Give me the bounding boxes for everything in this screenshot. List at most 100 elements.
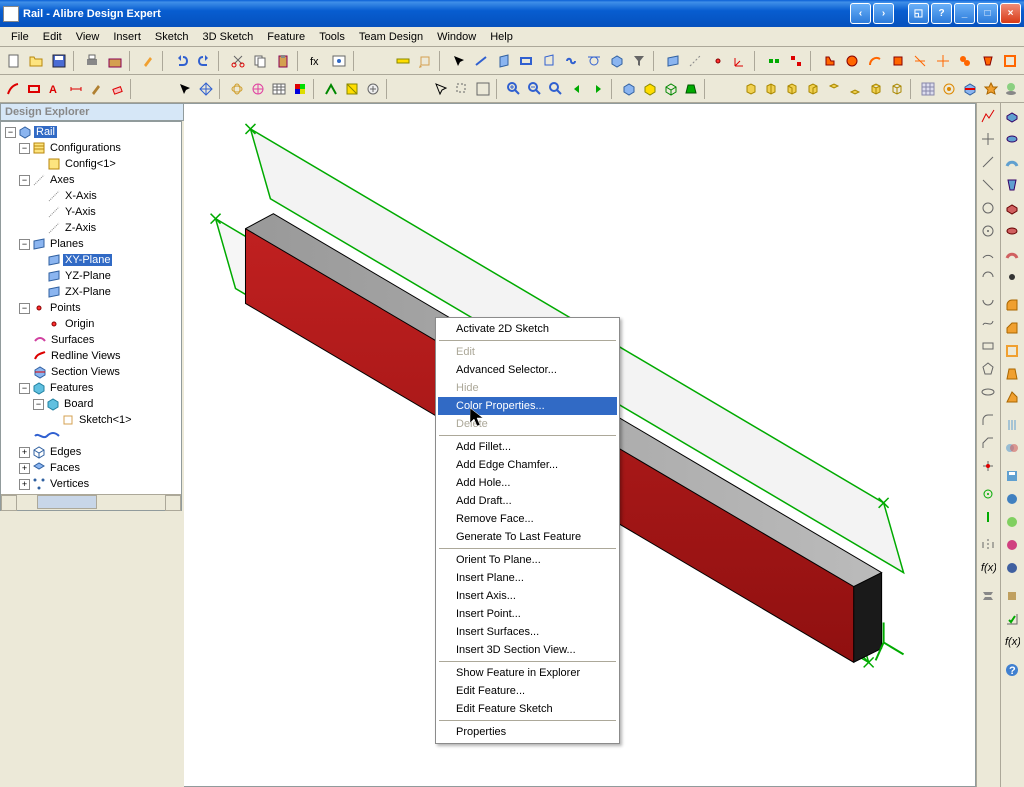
feat-h[interactable] bbox=[977, 50, 999, 72]
select-loop[interactable] bbox=[516, 50, 538, 72]
tree-sketch1[interactable]: Sketch<1> bbox=[77, 414, 134, 426]
save-button[interactable] bbox=[48, 50, 70, 72]
cube-iso[interactable] bbox=[866, 78, 886, 100]
ctx-show-feature[interactable]: Show Feature in Explorer bbox=[438, 664, 617, 682]
sketch-erase[interactable] bbox=[107, 78, 127, 100]
expand-icon[interactable]: − bbox=[19, 175, 30, 186]
tree-yaxis[interactable]: Y-Axis bbox=[63, 206, 98, 218]
fx2-btn[interactable]: f(x) bbox=[1001, 631, 1023, 653]
feature-tree[interactable]: −Rail −Configurations Config<1> −Axes X-… bbox=[1, 122, 181, 494]
feat-g[interactable] bbox=[955, 50, 977, 72]
rt-ellipse[interactable] bbox=[977, 381, 999, 403]
scroll-thumb[interactable] bbox=[37, 495, 97, 509]
tree-points[interactable]: Points bbox=[48, 302, 83, 314]
tree-origin[interactable]: Origin bbox=[63, 318, 96, 330]
render-btn[interactable] bbox=[1001, 488, 1023, 510]
rt-arc2[interactable] bbox=[977, 266, 999, 288]
tree-xyplane[interactable]: XY-Plane bbox=[63, 254, 112, 266]
tree-planes[interactable]: Planes bbox=[48, 238, 86, 250]
zoom-reg[interactable] bbox=[546, 78, 566, 100]
ctx-orient-plane[interactable]: Orient To Plane... bbox=[438, 551, 617, 569]
zoom-out[interactable] bbox=[525, 78, 545, 100]
tree-configurations[interactable]: Configurations bbox=[48, 142, 123, 154]
select-1[interactable] bbox=[448, 50, 470, 72]
ctx-activate-2d-sketch[interactable]: Activate 2D Sketch bbox=[438, 320, 617, 338]
menu-file[interactable]: File bbox=[4, 29, 36, 45]
feat-a[interactable] bbox=[819, 50, 841, 72]
paint-button[interactable] bbox=[138, 50, 160, 72]
menu-tools[interactable]: Tools bbox=[312, 29, 352, 45]
expand-icon[interactable]: + bbox=[19, 463, 30, 474]
thread-btn[interactable] bbox=[1001, 414, 1023, 436]
rt-chamfer[interactable] bbox=[977, 432, 999, 454]
sketch-pen[interactable] bbox=[86, 78, 106, 100]
loft-btn[interactable] bbox=[1001, 174, 1023, 196]
cube-right[interactable] bbox=[803, 78, 823, 100]
rt-edit[interactable] bbox=[977, 585, 999, 607]
tree-features[interactable]: Features bbox=[48, 382, 95, 394]
tree-section[interactable]: Section Views bbox=[49, 366, 122, 378]
expand-icon[interactable]: − bbox=[19, 303, 30, 314]
rt-arc3[interactable] bbox=[977, 289, 999, 311]
expand-icon[interactable]: − bbox=[19, 143, 30, 154]
rt-line2[interactable] bbox=[977, 174, 999, 196]
shadow-view[interactable] bbox=[1001, 78, 1021, 100]
fillet3d-btn[interactable] bbox=[1001, 294, 1023, 316]
prev-view[interactable] bbox=[567, 78, 587, 100]
rt-hconstraint[interactable] bbox=[977, 483, 999, 505]
render4-btn[interactable] bbox=[1001, 557, 1023, 579]
cube-iso2[interactable] bbox=[887, 78, 907, 100]
feat-f[interactable] bbox=[932, 50, 954, 72]
rotate2-btn[interactable] bbox=[248, 78, 268, 100]
tree-config1[interactable]: Config<1> bbox=[63, 158, 118, 170]
feat-e[interactable] bbox=[909, 50, 931, 72]
rt-fillet[interactable] bbox=[977, 409, 999, 431]
ctx-properties[interactable]: Properties bbox=[438, 723, 617, 741]
analyze-check[interactable] bbox=[1001, 608, 1023, 630]
shell-btn[interactable] bbox=[1001, 340, 1023, 362]
select-chain[interactable] bbox=[561, 50, 583, 72]
feat-c[interactable] bbox=[864, 50, 886, 72]
ctx-edit-feature[interactable]: Edit Feature... bbox=[438, 682, 617, 700]
expand-icon[interactable]: − bbox=[19, 383, 30, 394]
paste-button[interactable] bbox=[272, 50, 294, 72]
select-tangent[interactable] bbox=[583, 50, 605, 72]
menu-feature[interactable]: Feature bbox=[260, 29, 312, 45]
rib-btn[interactable] bbox=[1001, 386, 1023, 408]
rt-circle2[interactable] bbox=[977, 220, 999, 242]
wireframe[interactable] bbox=[661, 78, 681, 100]
perspective[interactable] bbox=[682, 78, 702, 100]
cut-extrude-btn[interactable] bbox=[1001, 197, 1023, 219]
rt-rect[interactable] bbox=[977, 335, 999, 357]
tree-redline[interactable]: Redline Views bbox=[49, 350, 123, 362]
expand-icon[interactable]: + bbox=[19, 447, 30, 458]
undo-button[interactable] bbox=[171, 50, 193, 72]
repository-button[interactable] bbox=[104, 50, 126, 72]
rt-target[interactable] bbox=[977, 128, 999, 150]
rt-fx[interactable]: f(x) bbox=[977, 557, 999, 579]
extrude-btn[interactable] bbox=[1001, 105, 1023, 127]
draft-btn[interactable] bbox=[1001, 363, 1023, 385]
next-view[interactable] bbox=[588, 78, 608, 100]
expand-icon[interactable]: − bbox=[33, 399, 44, 410]
window-btn-2[interactable]: › bbox=[873, 3, 894, 24]
measure-button[interactable] bbox=[392, 50, 414, 72]
ctx-add-chamfer[interactable]: Add Edge Chamfer... bbox=[438, 456, 617, 474]
rt-trim[interactable] bbox=[977, 455, 999, 477]
cut-button[interactable] bbox=[227, 50, 249, 72]
tree-edges[interactable]: Edges bbox=[48, 446, 83, 458]
ctx-insert-3dsection[interactable]: Insert 3D Section View... bbox=[438, 641, 617, 659]
rt-spline[interactable] bbox=[977, 312, 999, 334]
restore-inner-button[interactable]: ◱ bbox=[908, 3, 929, 24]
boolean-btn[interactable] bbox=[1001, 437, 1023, 459]
ctx-generate-last[interactable]: Generate To Last Feature bbox=[438, 528, 617, 546]
filter-btn[interactable] bbox=[629, 50, 651, 72]
equation-button[interactable]: fx bbox=[306, 50, 328, 72]
section-view[interactable] bbox=[960, 78, 980, 100]
select-edge[interactable] bbox=[471, 50, 493, 72]
tree-yzplane[interactable]: YZ-Plane bbox=[63, 270, 113, 282]
zoom-in[interactable] bbox=[504, 78, 524, 100]
copy-button[interactable] bbox=[250, 50, 272, 72]
rt-arc[interactable] bbox=[977, 243, 999, 265]
maximize-button[interactable]: □ bbox=[977, 3, 998, 24]
